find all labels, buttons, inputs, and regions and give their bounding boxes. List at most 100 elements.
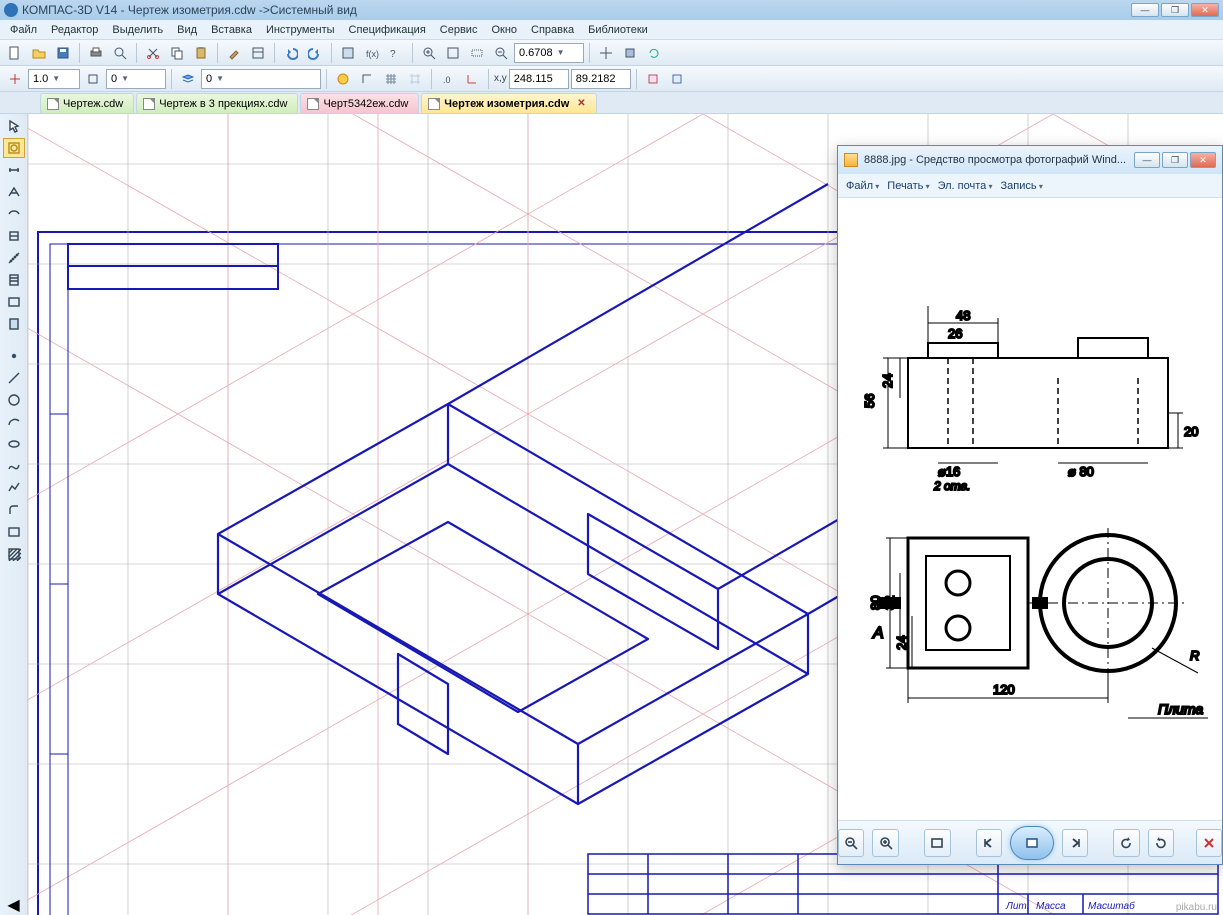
doc-tab-4[interactable]: Чертеж изометрия.cdw✕ [421, 93, 596, 113]
menu-tools[interactable]: Инструменты [260, 22, 341, 38]
copy-button[interactable] [166, 42, 188, 64]
svg-text:А: А [872, 625, 884, 642]
menu-view[interactable]: Вид [171, 22, 203, 38]
window-minimize-button[interactable]: — [1131, 3, 1159, 17]
line-style-combo[interactable]: 1.0▼ [28, 69, 80, 89]
fillet-tool[interactable] [3, 500, 25, 520]
viewer-rotate-cw-button[interactable] [1148, 829, 1174, 857]
vars-button[interactable]: f(x) [361, 42, 383, 64]
doc-tab-3[interactable]: Черт5342еж.cdw [300, 93, 419, 113]
rect-tool[interactable] [3, 522, 25, 542]
redo-button[interactable] [304, 42, 326, 64]
viewer-prev-button[interactable] [976, 829, 1002, 857]
dimension-tool[interactable] [3, 160, 25, 180]
geometry-tool[interactable] [3, 138, 25, 158]
zoom-in-button[interactable] [418, 42, 440, 64]
spec-tool[interactable] [3, 292, 25, 312]
window-close-button[interactable]: ✕ [1191, 3, 1219, 17]
viewer-fit-button[interactable] [924, 829, 950, 857]
print-button[interactable] [85, 42, 107, 64]
zoom-out-button[interactable] [490, 42, 512, 64]
coord-x[interactable]: 248.115 [509, 69, 569, 89]
polyline-tool[interactable] [3, 478, 25, 498]
svg-text:.0: .0 [443, 75, 451, 85]
photo-viewer-window[interactable]: 8888.jpg - Средство просмотра фотографий… [837, 145, 1223, 865]
layer-icon[interactable] [177, 68, 199, 90]
step-combo[interactable]: 0▼ [106, 69, 166, 89]
ortho-button[interactable] [356, 68, 378, 90]
viewer-minimize-button[interactable]: — [1134, 152, 1160, 168]
point-tool[interactable] [3, 346, 25, 366]
brush-button[interactable] [223, 42, 245, 64]
menu-select[interactable]: Выделить [106, 22, 169, 38]
viewer-content[interactable]: 48 26 56 24 20 ⌀16 2 отв. ⌀ 80 [838, 198, 1222, 820]
paste-button[interactable] [190, 42, 212, 64]
viewer-menu-record[interactable]: Запись [1001, 180, 1043, 192]
spline-tool[interactable] [3, 456, 25, 476]
zoom-fit-button[interactable] [442, 42, 464, 64]
new-doc-button[interactable] [4, 42, 26, 64]
preview-button[interactable] [109, 42, 131, 64]
viewer-menu-email[interactable]: Эл. почта [938, 180, 993, 192]
measure-tool[interactable] [3, 248, 25, 268]
layer-combo[interactable]: 0▼ [201, 69, 321, 89]
help-button[interactable]: ? [385, 42, 407, 64]
open-button[interactable] [28, 42, 50, 64]
viewer-menu-print[interactable]: Печать [887, 180, 929, 192]
manager-button[interactable] [337, 42, 359, 64]
cut-button[interactable] [142, 42, 164, 64]
misc1-button[interactable] [642, 68, 664, 90]
report-tool[interactable] [3, 314, 25, 334]
doc-tab-2[interactable]: Чертеж в 3 прекциях.cdw [136, 93, 298, 113]
menu-service[interactable]: Сервис [434, 22, 484, 38]
zoom-window-button[interactable] [466, 42, 488, 64]
menu-spec[interactable]: Спецификация [343, 22, 432, 38]
cursor-tool[interactable] [3, 116, 25, 136]
menu-insert[interactable]: Вставка [205, 22, 258, 38]
step-button[interactable] [82, 68, 104, 90]
viewer-zoom-out-button[interactable] [838, 829, 864, 857]
rebuild-button[interactable] [619, 42, 641, 64]
viewer-delete-button[interactable] [1196, 829, 1222, 857]
viewer-maximize-button[interactable]: ❐ [1162, 152, 1188, 168]
coord-y[interactable]: 89.2182 [571, 69, 631, 89]
window-maximize-button[interactable]: ❐ [1161, 3, 1189, 17]
viewer-rotate-ccw-button[interactable] [1113, 829, 1139, 857]
undo-button[interactable] [280, 42, 302, 64]
text-tool[interactable] [3, 182, 25, 202]
param-tool[interactable] [3, 226, 25, 246]
menu-libraries[interactable]: Библиотеки [582, 22, 654, 38]
menu-edit[interactable]: Редактор [45, 22, 104, 38]
viewer-next-button[interactable] [1062, 829, 1088, 857]
viewer-slideshow-button[interactable] [1010, 826, 1053, 860]
refresh-button[interactable] [643, 42, 665, 64]
state-button[interactable] [332, 68, 354, 90]
viewer-zoom-in-button[interactable] [872, 829, 898, 857]
pan-button[interactable] [595, 42, 617, 64]
lcs-button[interactable] [461, 68, 483, 90]
ellipse-tool[interactable] [3, 434, 25, 454]
properties-button[interactable] [247, 42, 269, 64]
menu-help[interactable]: Справка [525, 22, 580, 38]
hatch-tool[interactable] [3, 544, 25, 564]
arc-tool[interactable] [3, 412, 25, 432]
viewer-close-button[interactable]: ✕ [1190, 152, 1216, 168]
grid-off-button[interactable] [404, 68, 426, 90]
misc2-button[interactable] [666, 68, 688, 90]
viewer-titlebar[interactable]: 8888.jpg - Средство просмотра фотографий… [838, 146, 1222, 174]
edit-tool[interactable] [3, 204, 25, 224]
library-tool[interactable] [3, 270, 25, 290]
scroll-left-button[interactable]: ◀ [3, 895, 25, 915]
menu-file[interactable]: Файл [4, 22, 43, 38]
circle-tool[interactable] [3, 390, 25, 410]
zoom-combo[interactable]: 0.6708▼ [514, 43, 584, 63]
snap-button[interactable] [4, 68, 26, 90]
doc-tab-1[interactable]: Чертеж.cdw [40, 93, 134, 113]
tab-close-button[interactable]: ✕ [577, 98, 585, 109]
save-button[interactable] [52, 42, 74, 64]
grid-on-button[interactable] [380, 68, 402, 90]
menu-window[interactable]: Окно [485, 22, 523, 38]
round-button[interactable]: .0 [437, 68, 459, 90]
viewer-menu-file[interactable]: Файл [846, 180, 879, 192]
line-tool[interactable] [3, 368, 25, 388]
